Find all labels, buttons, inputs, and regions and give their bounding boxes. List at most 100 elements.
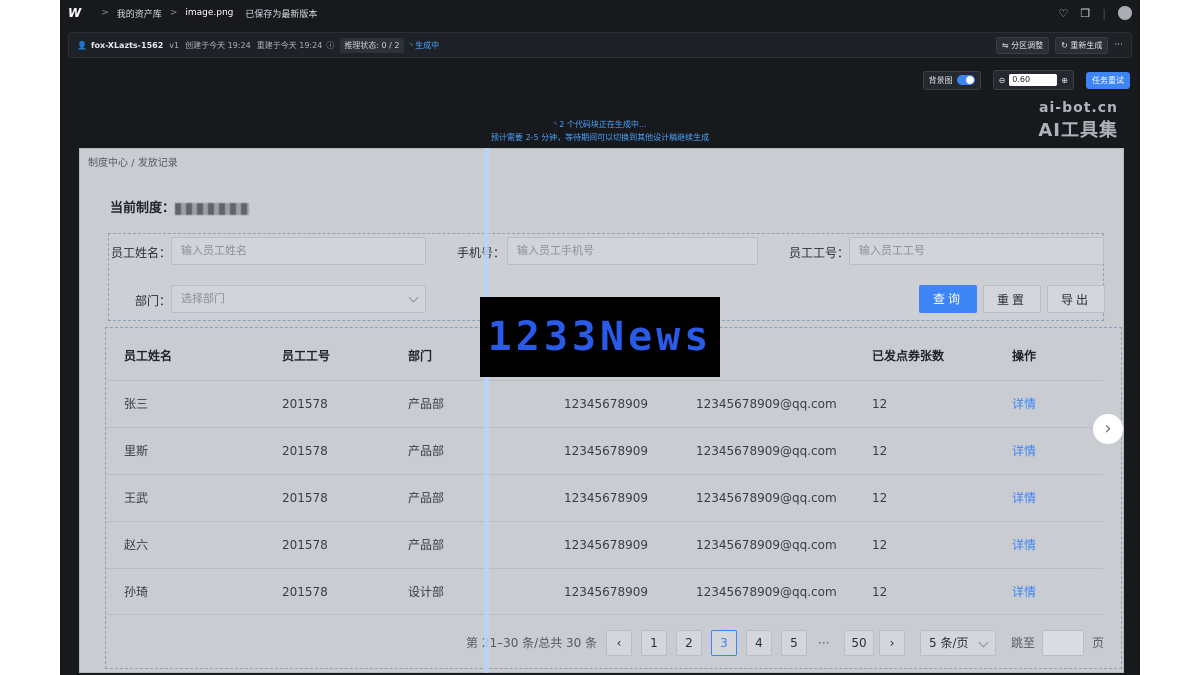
- table-row: 赵六 201578 产品部 12345678909 12345678909@qq…: [106, 521, 1103, 568]
- page-button[interactable]: 2: [676, 630, 702, 656]
- cell-dept: 设计部: [408, 585, 445, 599]
- col-coupons: 已发点券张数: [872, 349, 945, 363]
- copy-icon[interactable]: ❐: [1080, 7, 1090, 20]
- app-logo[interactable]: W: [68, 6, 81, 20]
- top-bar: W > 我的资产库 > image.png 已保存为最新版本 ♡ ❐ |: [60, 0, 1140, 26]
- background-toggle[interactable]: 背景图: [922, 70, 981, 90]
- export-button[interactable]: 导出: [1047, 285, 1105, 313]
- regenerate-button[interactable]: ↻ 重新生成: [1055, 36, 1109, 54]
- heart-icon[interactable]: ♡: [1059, 7, 1069, 20]
- current-policy-label: 当前制度：: [110, 201, 176, 216]
- employee-id-input[interactable]: 输入员工工号: [849, 237, 1104, 265]
- cell-email: 12345678909@qq.com: [696, 538, 837, 552]
- cell-phone: 12345678909: [564, 585, 648, 599]
- save-status: 已保存为最新版本: [245, 9, 318, 20]
- col-dept: 部门: [408, 349, 433, 363]
- cell-dept: 产品部: [408, 491, 445, 505]
- generation-status: ◝ 2 个代码块正在生成中... 预计需要 2-5 分钟，等待期间可以切换到其他…: [60, 118, 1140, 144]
- toggle-switch[interactable]: [956, 75, 975, 85]
- detail-link[interactable]: 详情: [1012, 522, 1036, 568]
- reasoning-status: 推理状态: 0 / 2: [340, 37, 404, 53]
- detail-link[interactable]: 详情: [1012, 569, 1036, 614]
- cell-phone: 12345678909: [564, 397, 648, 411]
- dept-label: 部门：: [135, 294, 172, 308]
- dept-placeholder: 选择部门: [181, 292, 225, 305]
- cell-email: 12345678909@qq.com: [696, 444, 837, 458]
- split-guide-line[interactable]: [484, 148, 489, 673]
- breadcrumb-asset-library[interactable]: 我的资产库: [117, 7, 162, 20]
- pagination-ellipsis[interactable]: ···: [818, 628, 829, 658]
- updated-time: 重建于今天 19:24: [256, 40, 323, 50]
- pagination: 第 21–30 条/总共 30 条 ‹ 1 2 3 4 5 ··· 50 › 5…: [106, 628, 1121, 658]
- cell-dept: 产品部: [408, 444, 445, 458]
- employee-id-label: 员工工号：: [789, 246, 850, 260]
- status-line1: ◝ 2 个代码块正在生成中...: [553, 120, 647, 129]
- cell-coupons: 12: [872, 444, 888, 458]
- cell-phone: 12345678909: [564, 538, 648, 552]
- info-icon[interactable]: ⓘ: [326, 40, 334, 51]
- cell-coupons: 12: [872, 538, 888, 552]
- partition-adjust-button[interactable]: ⇋ 分区调整: [995, 36, 1050, 54]
- page-unit-label: 页: [1092, 636, 1105, 650]
- chevron-down-icon: [978, 637, 989, 648]
- more-icon[interactable]: ···: [1114, 37, 1123, 54]
- jump-input[interactable]: [1042, 630, 1084, 656]
- table-row: 孙琦 201578 设计部 12345678909 12345678909@qq…: [106, 568, 1103, 615]
- cell-phone: 12345678909: [564, 491, 648, 505]
- dept-select[interactable]: 选择部门: [171, 285, 426, 313]
- canvas-controls: 背景图 ⊖ 0.60 ⊕ 任务重试: [922, 70, 1130, 90]
- name-label: 员工姓名：: [111, 246, 172, 260]
- chevron-right-icon: >: [169, 8, 178, 18]
- breadcrumb-file[interactable]: image.png: [185, 8, 233, 18]
- query-button[interactable]: 查询: [919, 285, 977, 313]
- reset-button[interactable]: 重置: [983, 285, 1041, 313]
- page-button-active[interactable]: 3: [711, 630, 737, 656]
- cell-id: 201578: [282, 397, 328, 411]
- cell-coupons: 12: [872, 491, 888, 505]
- design-preview: 制度中心 / 发放记录 当前制度： 员工姓名： 输入员工姓名 手机号： 输入员工…: [79, 148, 1124, 673]
- version: v1: [169, 40, 180, 50]
- project-name: fox-XLazts-1562: [90, 40, 164, 50]
- phone-label: 手机号：: [457, 246, 506, 260]
- page-button[interactable]: 5: [781, 630, 807, 656]
- chevron-right-icon: >: [101, 8, 109, 18]
- detail-link[interactable]: 详情: [1012, 381, 1036, 427]
- table-row: 里斯 201578 产品部 12345678909 12345678909@qq…: [106, 427, 1103, 474]
- zoom-out-icon[interactable]: ⊖: [999, 76, 1006, 85]
- cell-id: 201578: [282, 491, 328, 505]
- page-size-select[interactable]: 5 条/页: [920, 630, 996, 656]
- avatar[interactable]: [1118, 6, 1132, 20]
- news-watermark: 1233News: [480, 297, 720, 377]
- table-row: 王武 201578 产品部 12345678909 12345678909@qq…: [106, 474, 1103, 521]
- user-icon: 👤: [77, 40, 87, 50]
- cell-email: 12345678909@qq.com: [696, 585, 837, 599]
- page-button[interactable]: 1: [641, 630, 667, 656]
- chevron-down-icon: [408, 292, 419, 303]
- chevron-right-icon[interactable]: ›: [1092, 413, 1124, 445]
- generating-status: ◝ 生成中: [409, 40, 440, 50]
- page-button[interactable]: 4: [746, 630, 772, 656]
- breadcrumb: 制度中心 / 发放记录: [88, 158, 178, 169]
- project-info-bar: 👤 fox-XLazts-1562 v1 创建于今天 19:24 重建于今天 1…: [68, 32, 1132, 58]
- task-retry-button[interactable]: 任务重试: [1086, 71, 1130, 89]
- zoom-control: ⊖ 0.60 ⊕: [992, 70, 1074, 90]
- regen-label: 重新生成: [1070, 40, 1103, 50]
- next-page-button[interactable]: ›: [879, 630, 905, 656]
- zoom-in-icon[interactable]: ⊕: [1061, 76, 1068, 85]
- detail-link[interactable]: 详情: [1012, 475, 1036, 521]
- prev-page-button[interactable]: ‹: [606, 630, 632, 656]
- cell-id: 201578: [282, 444, 328, 458]
- blurred-value: [175, 202, 250, 215]
- cell-dept: 产品部: [408, 397, 445, 411]
- current-policy: 当前制度：: [110, 197, 250, 216]
- zoom-input[interactable]: 0.60: [1009, 74, 1058, 86]
- jump-label: 跳至: [1011, 636, 1036, 650]
- phone-input[interactable]: 输入员工手机号: [507, 237, 758, 265]
- cell-coupons: 12: [872, 397, 888, 411]
- status-text1: 2 个代码块正在生成中...: [559, 120, 647, 129]
- name-input[interactable]: 输入员工姓名: [171, 237, 426, 265]
- page-button-last[interactable]: 50: [844, 630, 874, 656]
- detail-link[interactable]: 详情: [1012, 428, 1036, 474]
- col-id: 员工工号: [282, 349, 331, 363]
- created-time: 创建于今天 19:24: [185, 40, 251, 50]
